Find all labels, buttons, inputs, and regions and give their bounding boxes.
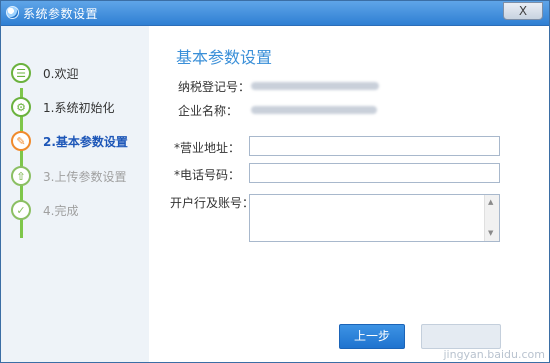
scroll-down-arrow-icon[interactable]: ▼ bbox=[488, 229, 493, 237]
bank-account-scrollbar[interactable]: ▲ ▼ bbox=[484, 195, 499, 241]
step-label: 3.上传参数设置 bbox=[43, 170, 127, 184]
gear-icon: ⚙ bbox=[11, 97, 31, 117]
step-label: 1.系统初始化 bbox=[43, 101, 115, 115]
bank-account-label: 开户行及账号： bbox=[170, 196, 255, 210]
main-panel: 基本参数设置 纳税登记号： 企业名称： *营业地址： *电话号码： 开户行及账号… bbox=[149, 26, 549, 362]
company-name-value-redacted bbox=[251, 106, 377, 114]
step-finish: ✓ 4.完成 bbox=[9, 199, 149, 221]
close-button[interactable]: X bbox=[503, 2, 543, 20]
tax-id-value-redacted bbox=[251, 82, 379, 90]
system-parameter-window: 系统参数设置 X ☰ 0.欢迎 ⚙ 1.系统初始化 ✎ 2.基本参数设置 ⇧ 3… bbox=[0, 0, 550, 363]
step-basic-params: ✎ 2.基本参数设置 bbox=[9, 130, 149, 152]
watermark: jingyan.baidu.com bbox=[443, 348, 545, 361]
address-label: *营业地址： bbox=[174, 141, 241, 155]
upload-tray-icon: ⇧ bbox=[11, 166, 31, 186]
wizard-steps-sidebar: ☰ 0.欢迎 ⚙ 1.系统初始化 ✎ 2.基本参数设置 ⇧ 3.上传参数设置 ✓… bbox=[1, 26, 149, 362]
step-label: 2.基本参数设置 bbox=[43, 135, 128, 149]
app-logo-icon bbox=[6, 6, 19, 19]
phone-label: *电话号码： bbox=[174, 168, 241, 182]
previous-button[interactable]: 上一步 bbox=[339, 324, 405, 349]
step-label: 4.完成 bbox=[43, 204, 79, 218]
tax-id-label: 纳税登记号： bbox=[178, 80, 251, 94]
step-label: 0.欢迎 bbox=[43, 67, 79, 81]
checkmark-icon: ✓ bbox=[11, 200, 31, 220]
step-system-init: ⚙ 1.系统初始化 bbox=[9, 96, 149, 118]
company-name-label: 企业名称： bbox=[178, 104, 239, 118]
bank-account-field: ▲ ▼ bbox=[249, 194, 500, 242]
scroll-up-arrow-icon[interactable]: ▲ bbox=[488, 198, 493, 206]
next-button-obscured[interactable] bbox=[421, 324, 501, 349]
window-title: 系统参数设置 bbox=[23, 7, 99, 21]
address-input[interactable] bbox=[249, 136, 500, 156]
step-upload-params: ⇧ 3.上传参数设置 bbox=[9, 165, 149, 187]
welcome-monitor-icon: ☰ bbox=[11, 63, 31, 83]
title-bar: 系统参数设置 X bbox=[1, 1, 549, 26]
bank-account-input[interactable] bbox=[250, 195, 484, 241]
step-welcome: ☰ 0.欢迎 bbox=[9, 62, 149, 84]
user-edit-icon: ✎ bbox=[11, 131, 31, 151]
phone-input[interactable] bbox=[249, 163, 500, 183]
page-title: 基本参数设置 bbox=[176, 48, 273, 67]
